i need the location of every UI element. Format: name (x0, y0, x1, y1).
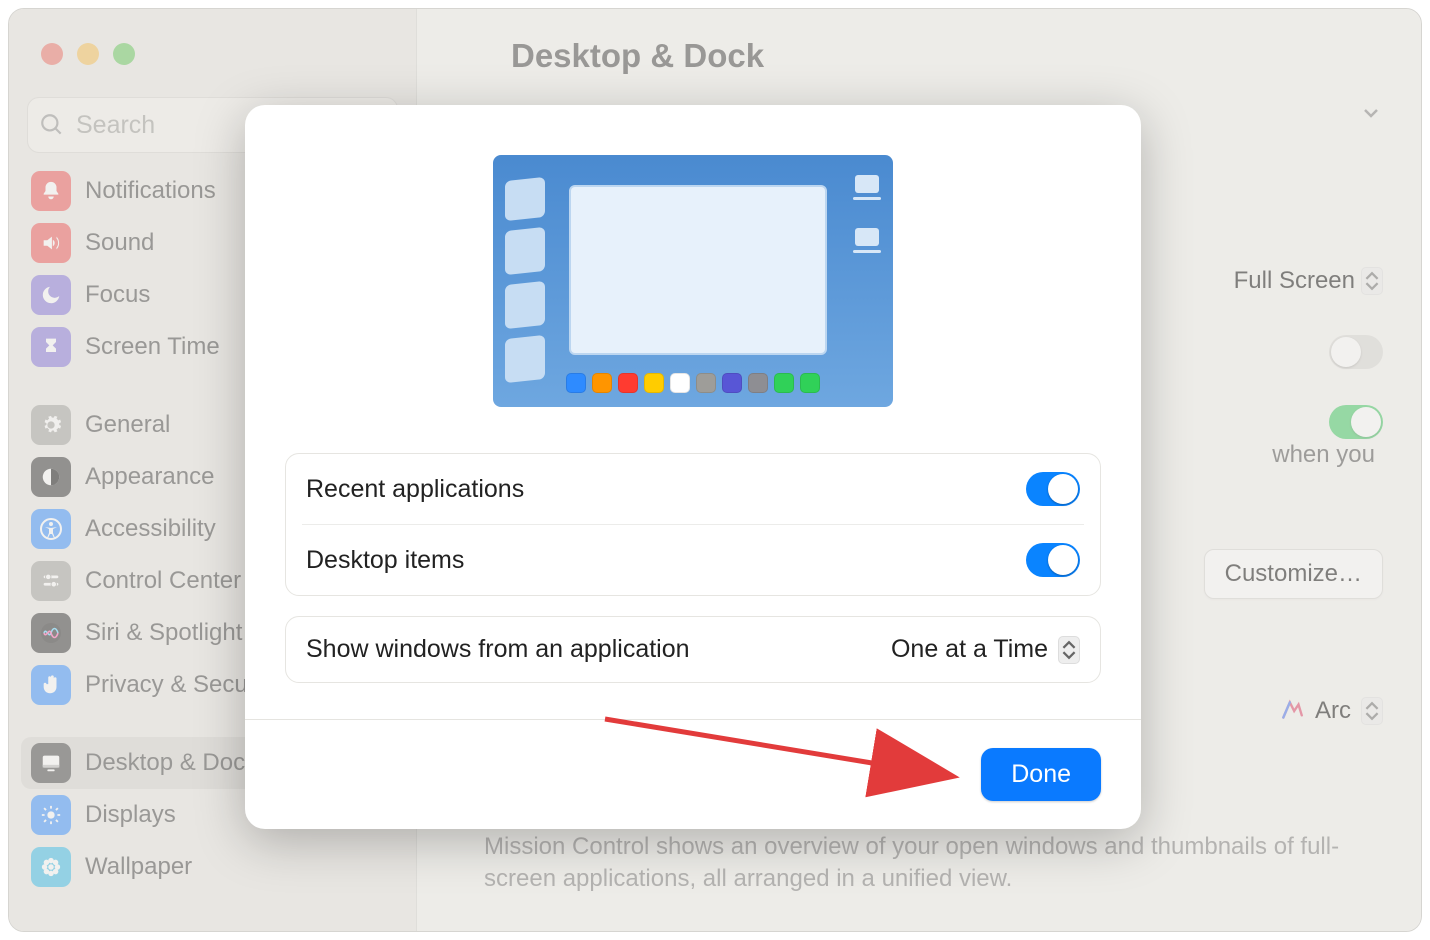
sidebar-item-label: Control Center (85, 567, 241, 595)
sidebar-item-label: Desktop & Dock (85, 749, 257, 777)
chevron-down-icon (1359, 101, 1383, 125)
stage-manager-sheet: Recent applications Desktop items Show w… (245, 105, 1141, 829)
controlcenter-icon (31, 561, 71, 601)
bg-when-you-text: when you (1272, 441, 1375, 469)
siri-icon (31, 613, 71, 653)
sidebar-item-label: Appearance (85, 463, 214, 491)
sidebar-item-label: Accessibility (85, 515, 216, 543)
settings-window: Notifications Sound Focus Screen Time Genera… (8, 8, 1422, 932)
sound-icon (31, 223, 71, 263)
sidebar-item-label: Notifications (85, 177, 216, 205)
bg-toggle-2[interactable] (1329, 405, 1383, 439)
sidebar-item-label: Sound (85, 229, 154, 257)
sidebar-item-wallpaper[interactable]: Wallpaper (21, 841, 404, 893)
sidebar-item-label: Screen Time (85, 333, 220, 361)
bg-toggle-1[interactable] (1329, 335, 1383, 369)
row-show-windows: Show windows from an application One at … (286, 617, 1100, 682)
updown-icon (1361, 267, 1383, 295)
sheet-body: Recent applications Desktop items Show w… (245, 105, 1141, 719)
close-window-button[interactable] (41, 43, 63, 65)
updown-icon (1058, 636, 1080, 664)
desktop-items-label: Desktop items (306, 546, 464, 575)
notifications-icon (31, 171, 71, 211)
appearance-icon (31, 457, 71, 497)
sidebar-item-label: Displays (85, 801, 176, 829)
recent-applications-label: Recent applications (306, 475, 524, 504)
row-desktop-items: Desktop items (286, 525, 1100, 595)
page-title: Desktop & Dock (511, 37, 1387, 75)
mission-control-description: Mission Control shows an overview of you… (484, 831, 1379, 896)
updown-icon (1361, 697, 1383, 725)
stage-manager-illustration (493, 155, 893, 407)
show-windows-label: Show windows from an application (306, 635, 690, 664)
row-recent-applications: Recent applications (286, 454, 1100, 524)
show-windows-card: Show windows from an application One at … (285, 616, 1101, 683)
sidebar-item-label: Siri & Spotlight (85, 619, 242, 647)
bg-arc-select[interactable]: Arc (1279, 697, 1383, 725)
zoom-window-button[interactable] (113, 43, 135, 65)
sidebar-item-label: Wallpaper (85, 853, 192, 881)
wallpaper-icon (31, 847, 71, 887)
search-icon (39, 112, 65, 138)
focus-icon (31, 275, 71, 315)
minimize-window-button[interactable] (77, 43, 99, 65)
stage-manager-options-card: Recent applications Desktop items (285, 453, 1101, 596)
show-windows-value: One at a Time (891, 635, 1048, 664)
show-windows-select[interactable]: One at a Time (891, 635, 1080, 664)
done-button[interactable]: Done (981, 748, 1101, 801)
recent-applications-toggle[interactable] (1026, 472, 1080, 506)
customize-button[interactable]: Customize… (1204, 549, 1383, 599)
window-controls (9, 29, 416, 65)
privacy-icon (31, 665, 71, 705)
sheet-footer: Done (245, 719, 1141, 829)
general-icon (31, 405, 71, 445)
arc-app-icon (1279, 698, 1305, 724)
arc-label: Arc (1315, 697, 1351, 725)
fullscreen-label: Full Screen (1234, 267, 1355, 295)
sidebar-item-label: General (85, 411, 170, 439)
bg-customize-button-wrap: Customize… (1204, 549, 1383, 599)
bg-top-dropdown[interactable] (1359, 101, 1383, 125)
screentime-icon (31, 327, 71, 367)
desktop-items-toggle[interactable] (1026, 543, 1080, 577)
displays-icon (31, 795, 71, 835)
desktopdock-icon (31, 743, 71, 783)
sidebar-item-label: Focus (85, 281, 150, 309)
bg-fullscreen-select[interactable]: Full Screen (1234, 267, 1383, 295)
accessibility-icon (31, 509, 71, 549)
